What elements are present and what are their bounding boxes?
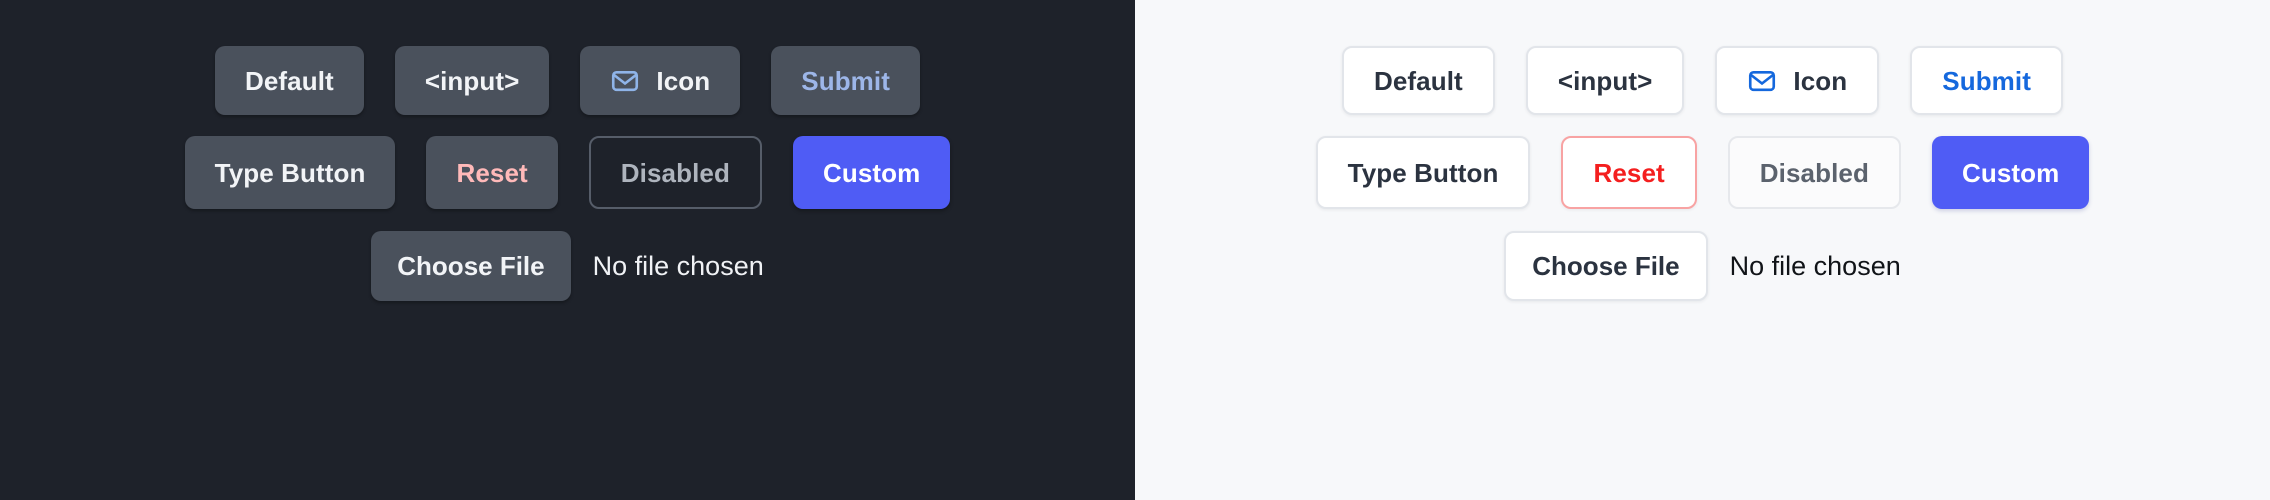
- choose-file-button[interactable]: Choose File: [371, 231, 571, 301]
- file-status-text: No file chosen: [1729, 250, 1901, 281]
- file-input[interactable]: Choose File No file chosen: [1504, 231, 1901, 301]
- dark-button-row-1: Default <input> Icon Submit: [0, 46, 1135, 115]
- file-input[interactable]: Choose File No file chosen: [371, 231, 764, 301]
- light-file-input-row: Choose File No file chosen: [1135, 231, 2270, 301]
- default-button[interactable]: Default: [1341, 46, 1495, 115]
- custom-button[interactable]: Custom: [1931, 136, 2090, 209]
- reset-button[interactable]: Reset: [1561, 136, 1697, 209]
- icon-button-label: Icon: [656, 65, 711, 96]
- dark-button-row-2: Type Button Reset Disabled Custom: [0, 136, 1135, 209]
- disabled-button: Disabled: [1727, 136, 1901, 209]
- dark-theme-panel: Default <input> Icon Submit Type Button …: [0, 0, 1135, 500]
- choose-file-button[interactable]: Choose File: [1504, 231, 1708, 301]
- type-button[interactable]: Type Button: [184, 136, 396, 209]
- submit-button[interactable]: Submit: [1910, 46, 2063, 115]
- reset-button[interactable]: Reset: [426, 136, 558, 209]
- dark-file-input-row: Choose File No file chosen: [0, 231, 1135, 301]
- light-button-row-1: Default <input> Icon Submit: [1135, 46, 2270, 115]
- file-status-text: No file chosen: [592, 250, 764, 281]
- envelope-icon: [610, 66, 640, 96]
- custom-button[interactable]: Custom: [792, 136, 951, 209]
- light-theme-panel: Default <input> Icon Submit Type Button …: [1135, 0, 2270, 500]
- icon-button[interactable]: Icon: [1715, 46, 1880, 115]
- theme-comparison-stage: Default <input> Icon Submit Type Button …: [0, 0, 2270, 500]
- input-button[interactable]: <input>: [394, 46, 550, 115]
- icon-button-label: Icon: [1793, 65, 1848, 96]
- default-button[interactable]: Default: [214, 46, 364, 115]
- envelope-icon: [1747, 66, 1777, 96]
- icon-button[interactable]: Icon: [580, 46, 741, 115]
- light-button-row-2: Type Button Reset Disabled Custom: [1135, 136, 2270, 209]
- type-button[interactable]: Type Button: [1315, 136, 1531, 209]
- input-button[interactable]: <input>: [1525, 46, 1685, 115]
- disabled-button: Disabled: [588, 136, 762, 209]
- submit-button[interactable]: Submit: [771, 46, 920, 115]
